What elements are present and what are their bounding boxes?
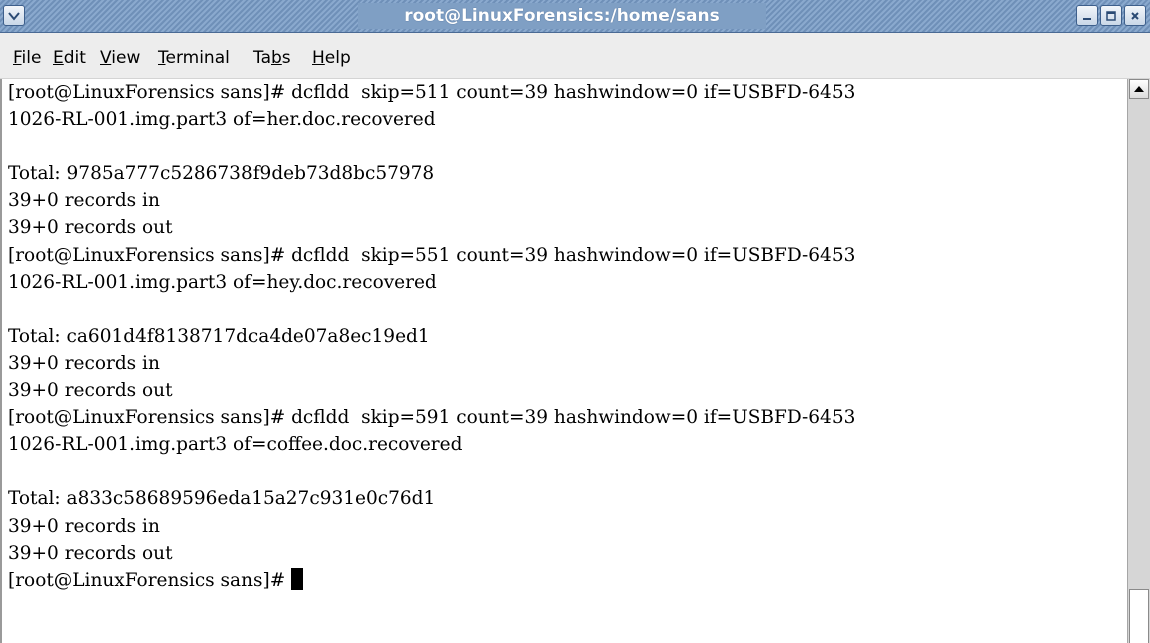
window-controls — [1076, 5, 1146, 26]
terminal-line: 1026-RL-001.img.part3 of=hey.doc.recover… — [8, 271, 437, 293]
terminal-window: root@LinuxForensics:/home/sans File Edit… — [0, 0, 1150, 643]
arrow-up-icon — [1134, 86, 1144, 92]
terminal-line: 39+0 records in — [8, 190, 160, 212]
terminal-line: 39+0 records in — [8, 352, 160, 374]
terminal-line: [root@LinuxForensics sans]# dcfldd skip=… — [8, 82, 856, 103]
shell-prompt: [root@LinuxForensics sans]# — [8, 569, 292, 591]
maximize-icon — [1106, 10, 1116, 21]
window-menu-button[interactable] — [3, 5, 25, 26]
terminal-line: Total: a833c58689596eda15a27c931e0c76d1 — [8, 488, 436, 510]
menu-tabs[interactable]: Tabs — [253, 48, 291, 68]
maximize-button[interactable] — [1100, 5, 1122, 26]
terminal-lines: [root@LinuxForensics sans]# dcfldd skip=… — [8, 79, 855, 594]
text-cursor — [291, 567, 304, 590]
menu-edit[interactable]: Edit — [53, 48, 86, 68]
minimize-icon — [1083, 17, 1091, 20]
menu-view[interactable]: View — [100, 48, 140, 68]
title-bar[interactable]: root@LinuxForensics:/home/sans — [0, 0, 1150, 33]
terminal-line: [root@LinuxForensics sans]# dcfldd skip=… — [8, 407, 856, 429]
close-icon — [1131, 11, 1139, 20]
terminal-line: 1026-RL-001.img.part3 of=coffee.doc.reco… — [8, 434, 463, 456]
terminal-line: 39+0 records out — [8, 380, 173, 402]
title-area: root@LinuxForensics:/home/sans — [358, 3, 766, 29]
prompt-line[interactable]: [root@LinuxForensics sans]# — [8, 567, 855, 594]
menu-bar: File Edit View Terminal Tabs Help — [0, 33, 1150, 79]
menu-help[interactable]: Help — [312, 48, 351, 68]
terminal-line: Total: 9785a777c5286738f9deb73d8bc57978 — [8, 163, 435, 185]
chevron-down-icon — [8, 11, 20, 21]
terminal-line: 39+0 records in — [8, 515, 160, 537]
menu-terminal[interactable]: Terminal — [158, 48, 230, 68]
terminal-line: [root@LinuxForensics sans]# dcfldd skip=… — [8, 244, 856, 266]
scroll-up-button[interactable] — [1129, 79, 1149, 99]
minimize-button[interactable] — [1076, 5, 1098, 26]
vertical-scrollbar[interactable] — [1127, 79, 1150, 643]
menu-file[interactable]: File — [13, 48, 41, 68]
close-button[interactable] — [1124, 5, 1146, 26]
terminal-line: 39+0 records out — [8, 217, 173, 239]
terminal-line: Total: ca601d4f8138717dca4de07a8ec19ed1 — [8, 325, 430, 347]
window-title: root@LinuxForensics:/home/sans — [404, 6, 720, 26]
terminal-line: 1026-RL-001.img.part3 of=her.doc.recover… — [8, 109, 436, 131]
scroll-thumb[interactable] — [1129, 589, 1149, 643]
terminal-output[interactable]: [root@LinuxForensics sans]# dcfldd skip=… — [0, 79, 1127, 643]
terminal-line: 39+0 records out — [8, 542, 173, 564]
